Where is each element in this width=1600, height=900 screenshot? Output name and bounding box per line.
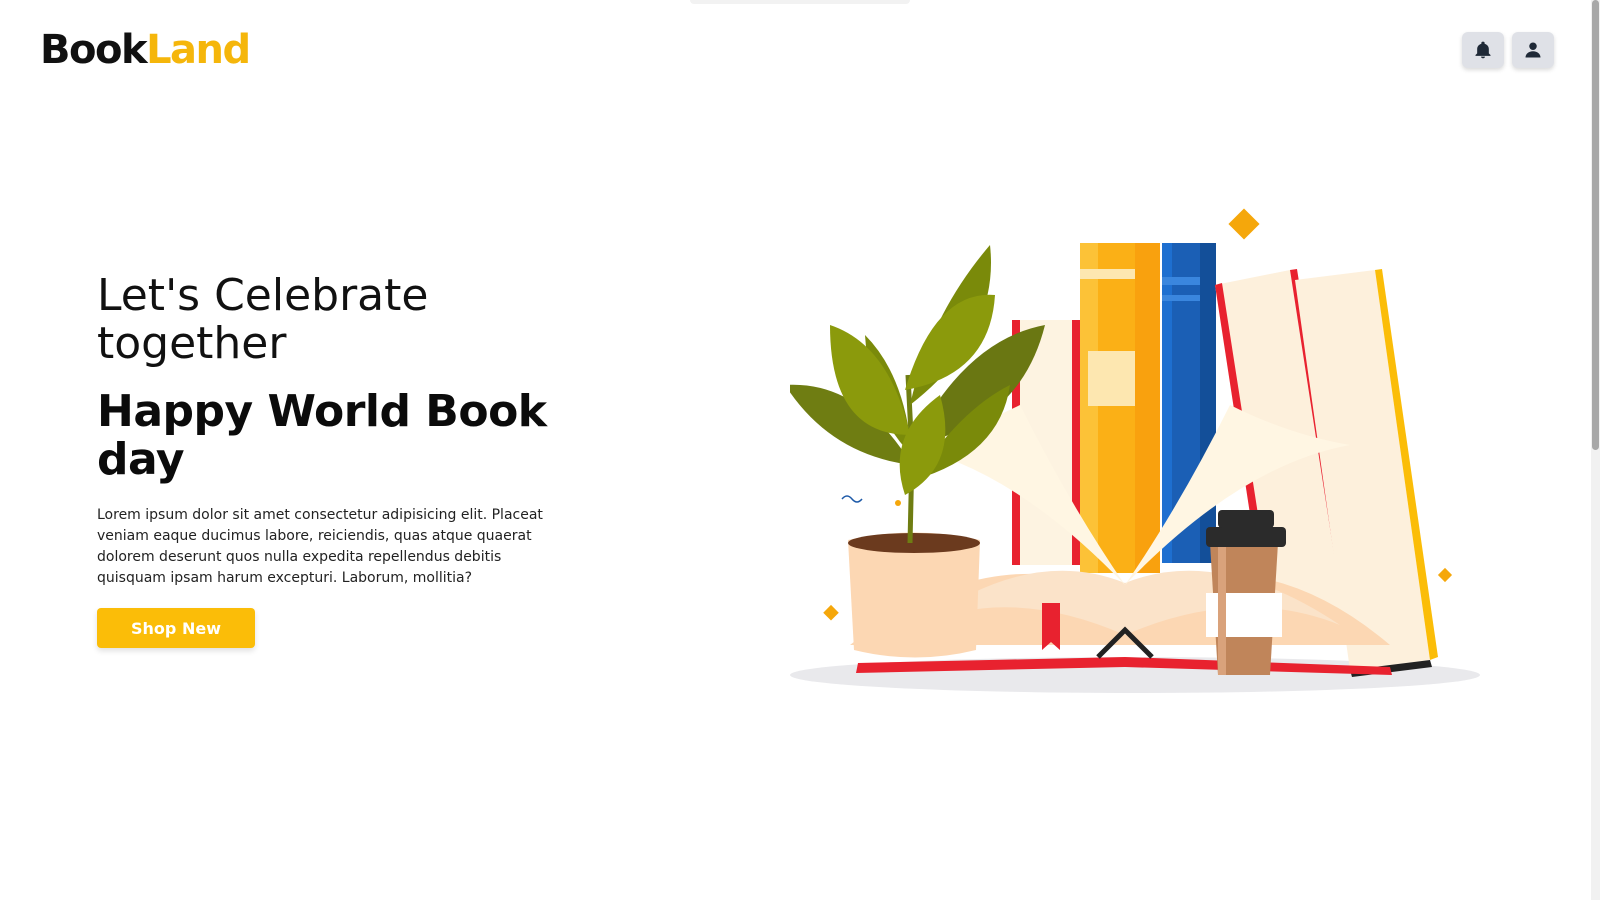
brand-logo-part-book: Book xyxy=(40,27,148,73)
squiggle-decoration xyxy=(841,495,863,503)
diamond-decoration xyxy=(823,604,839,621)
diamond-decoration xyxy=(1437,567,1453,583)
hero-title: Happy World Book day xyxy=(97,386,547,485)
coffee-cup-lid xyxy=(1206,527,1286,547)
notifications-button[interactable] xyxy=(1462,32,1504,68)
brand-logo[interactable]: BookLand xyxy=(40,27,251,73)
diamond-decoration xyxy=(1228,208,1260,240)
books-plant-coffee-illustration xyxy=(790,208,1480,693)
dot-decoration xyxy=(895,500,901,506)
hero-subtitle: Let's Celebrate together xyxy=(97,270,429,369)
hero-description: Lorem ipsum dolor sit amet consectetur a… xyxy=(97,507,543,586)
scrollbar-thumb[interactable] xyxy=(1592,0,1599,450)
top-tab-indicator xyxy=(690,0,910,4)
plant-leaf xyxy=(899,395,946,495)
account-button[interactable] xyxy=(1512,32,1554,68)
brand-logo-part-land: Land xyxy=(146,27,251,73)
bell-icon xyxy=(1475,41,1491,59)
shop-new-button[interactable]: Shop New xyxy=(97,608,255,648)
user-icon xyxy=(1525,42,1541,58)
scrollbar-track[interactable] xyxy=(1591,0,1600,900)
